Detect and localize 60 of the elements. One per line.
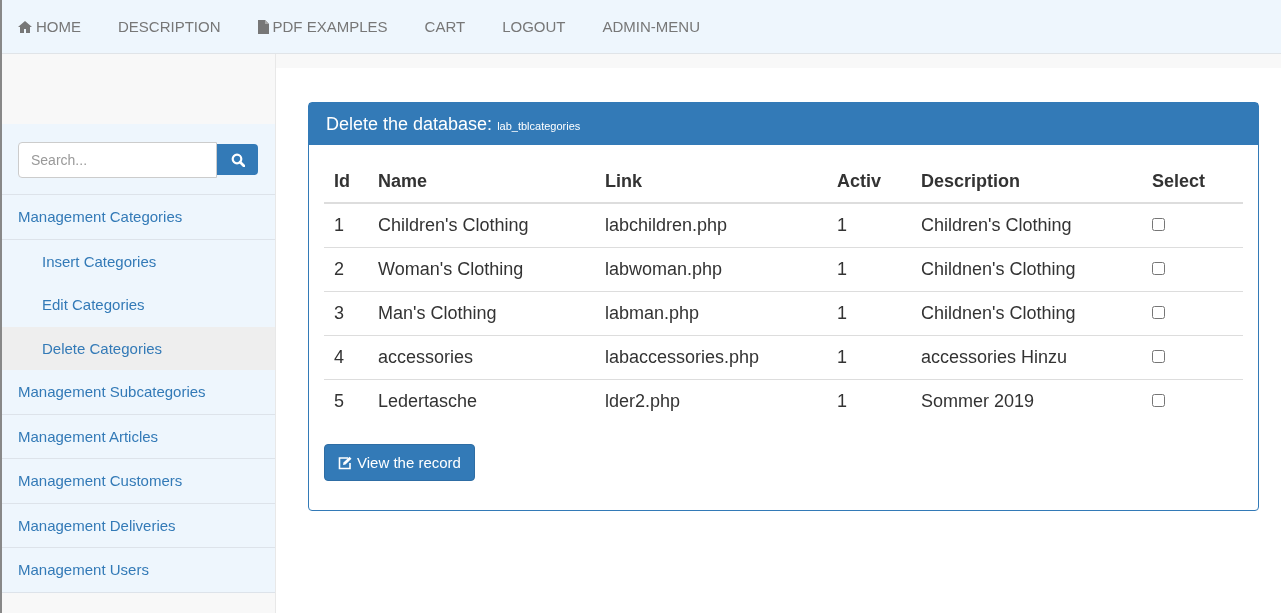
nav-link[interactable]: LOGOUT [502, 18, 566, 35]
select-checkbox[interactable] [1152, 306, 1165, 319]
table-cell: 1 [827, 291, 911, 336]
table-cell: 1 [324, 203, 368, 248]
nav-link[interactable]: DESCRIPTION [118, 18, 221, 35]
table-cell: Childnen's Clothing [911, 247, 1142, 292]
table-cell: 4 [324, 335, 368, 380]
column-header: Description [911, 161, 1142, 203]
search-field[interactable]: Search... [18, 142, 217, 178]
nav-link[interactable]: CART [424, 18, 466, 35]
select-checkbox[interactable] [1152, 218, 1165, 231]
view-record-button[interactable]: View the record [324, 444, 475, 481]
edit-icon [338, 455, 352, 470]
table-cell: labman.php [595, 291, 827, 336]
sidebar-item[interactable]: Management Deliveries [2, 503, 275, 548]
search-button[interactable] [217, 144, 258, 175]
table-cell: lder2.php [595, 379, 827, 423]
sidebar-subitem[interactable]: Delete Categories [2, 326, 275, 370]
table-cell: 5 [324, 379, 368, 423]
table-cell: 2 [324, 247, 368, 292]
table-cell: 3 [324, 291, 368, 336]
column-header: Link [595, 161, 827, 203]
table-cell: labchildren.php [595, 203, 827, 248]
file-icon [257, 19, 269, 34]
select-checkbox[interactable] [1152, 394, 1165, 407]
sidebar-subitem[interactable]: Edit Categories [2, 283, 275, 327]
panel-title: Delete the database: [326, 113, 493, 135]
nav-link[interactable]: HOME [18, 18, 81, 35]
table-cell: labwoman.php [595, 247, 827, 292]
column-header: Activ [827, 161, 911, 203]
table-cell: accessories [368, 335, 595, 380]
search-icon [230, 152, 245, 167]
table-cell: 1 [827, 203, 911, 248]
sidebar-item[interactable]: Management Customers [2, 459, 275, 504]
table-cell: 1 [827, 335, 911, 380]
select-checkbox[interactable] [1152, 350, 1165, 363]
nav-link[interactable]: PDF EXAMPLES [257, 18, 388, 35]
table-cell: Woman's Clothing [368, 247, 595, 292]
column-header: Id [324, 161, 368, 203]
sidebar-subitem[interactable]: Insert Categories [2, 239, 275, 283]
table-name: lab_tblcategories [497, 120, 581, 132]
column-header: Name [368, 161, 595, 203]
table-cell: 1 [827, 247, 911, 292]
table-cell: accessories Hinzu [911, 335, 1142, 380]
table-cell: Man's Clothing [368, 291, 595, 336]
select-checkbox[interactable] [1152, 262, 1165, 275]
table-cell: Children's Clothing [368, 203, 595, 248]
table-cell: 1 [827, 379, 911, 423]
table-cell: Ledertasche [368, 379, 595, 423]
table-cell: labaccessories.php [595, 335, 827, 380]
table-cell: Sommer 2019 [911, 379, 1142, 423]
sidebar-item[interactable]: Management Categories [2, 195, 275, 240]
sidebar-item[interactable]: Management Articles [2, 414, 275, 459]
home-icon [18, 20, 32, 33]
table-cell: Children's Clothing [911, 203, 1142, 248]
table-cell: Childnen's Clothing [911, 291, 1142, 336]
nav-link[interactable]: ADMIN-MENU [602, 18, 700, 35]
sidebar-item[interactable]: Management Subcategories [2, 370, 275, 415]
sidebar-item[interactable]: Management Users [2, 548, 275, 593]
column-header: Select [1142, 161, 1243, 203]
